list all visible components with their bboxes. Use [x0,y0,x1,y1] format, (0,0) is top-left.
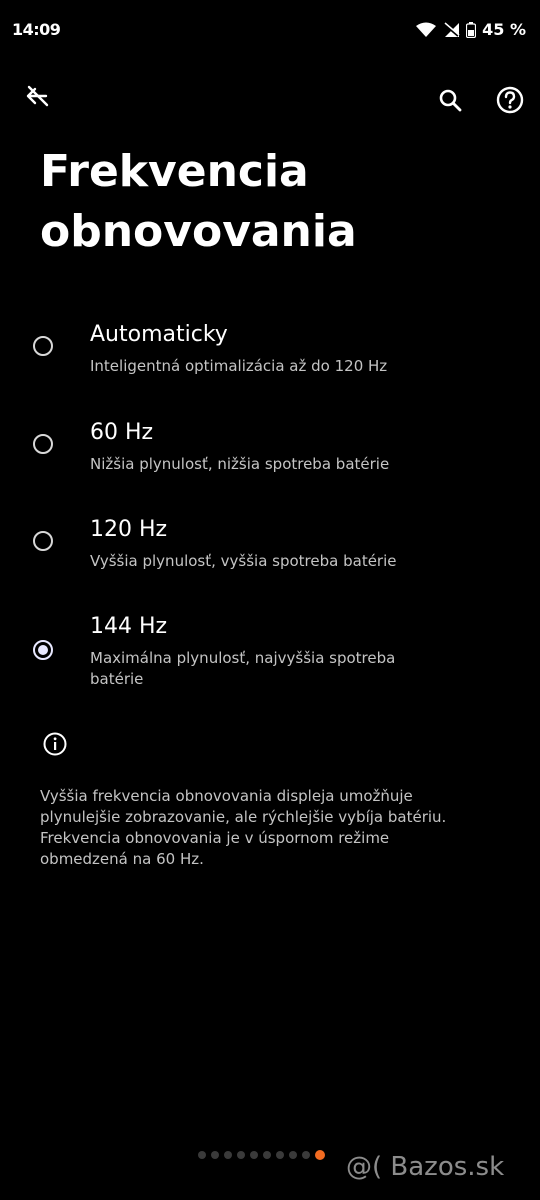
wifi-icon [416,22,437,37]
search-icon [439,89,462,112]
status-icons: 45 % [416,20,526,39]
page-dot [211,1151,219,1159]
option-title: 144 Hz [90,614,168,639]
option-subtitle: Inteligentná optimalizácia až do 120 Hz [90,357,388,375]
option-title: Automaticky [90,322,228,347]
back-strikethrough-icon [26,85,49,107]
page-indicator [198,1150,325,1160]
info-text: Vyššia frekvencia obnovovania displeja u… [40,787,447,868]
radio-60hz[interactable] [33,434,53,454]
status-time: 14:09 [12,20,61,39]
help-circle-icon [496,86,524,114]
page-dot [263,1151,271,1159]
page-dot [289,1151,297,1159]
watermark: @( Bazos.sk [346,1152,505,1182]
back-button[interactable] [18,76,58,116]
info-icon [43,732,67,756]
page-dot [250,1151,258,1159]
battery-percent: 45 % [482,20,526,39]
toolbar [0,70,540,130]
page-title: Frekvencia obnovovania [40,146,357,257]
option-title: 60 Hz [90,420,154,445]
option-subtitle: Vyššia plynulosť, vyššia spotreba batéri… [90,552,397,570]
page-dot [237,1151,245,1159]
battery-icon [466,21,477,38]
help-button[interactable] [490,80,530,120]
radio-automatic[interactable] [33,336,53,356]
signal-off-icon [443,21,460,37]
page-dot-active [315,1150,325,1160]
radio-144hz[interactable] [33,640,53,660]
search-button[interactable] [430,80,470,120]
radio-120hz[interactable] [33,531,53,551]
page-dot [224,1151,232,1159]
page-dot [302,1151,310,1159]
option-subtitle: Nižšia plynulosť, nižšia spotreba batéri… [90,455,390,473]
option-subtitle: Maximálna plynulosť, najvyššia spotreba … [90,649,396,688]
status-bar: 14:09 45 % [0,0,540,64]
page-dot [198,1151,206,1159]
page-dot [276,1151,284,1159]
option-title: 120 Hz [90,517,168,542]
